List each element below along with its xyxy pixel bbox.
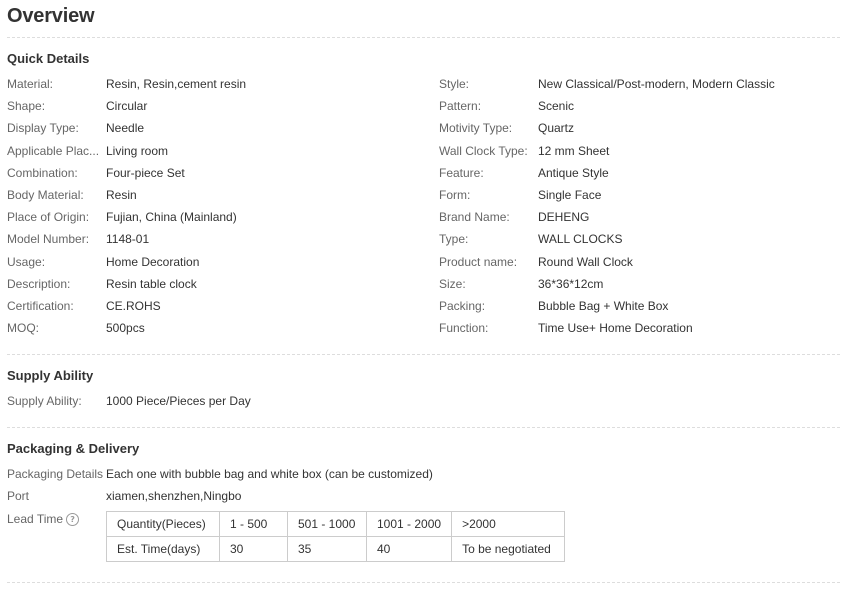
quick-detail-value: 1148-01: [106, 232, 150, 246]
question-circle-icon[interactable]: ?: [66, 513, 80, 526]
divider: [7, 582, 840, 583]
divider: [7, 354, 840, 355]
quick-detail-label: Size:: [439, 277, 466, 291]
quick-detail-label: Certification:: [7, 299, 74, 313]
quick-detail-label: Material:: [7, 77, 54, 91]
quick-detail-value: Single Face: [538, 188, 602, 202]
quick-detail-value: Quartz: [538, 121, 575, 135]
quick-detail-value: Resin table clock: [106, 277, 197, 291]
table-row: Quantity(Pieces) 1 - 500 501 - 1000 1001 - …: [106, 511, 566, 537]
quick-detail-label: Usage:: [7, 255, 46, 269]
supply-ability-title: Supply Ability: [7, 368, 94, 383]
quick-detail-label: Feature:: [439, 166, 484, 180]
quick-detail-label: Combination:: [7, 166, 78, 180]
quick-detail-value: 12 mm Sheet: [538, 144, 610, 158]
quick-detail-label: Product name:: [439, 255, 518, 269]
table-cell: 501 - 1000: [287, 511, 367, 537]
lead-time-label: Lead Time: [7, 512, 64, 526]
table-cell: 1001 - 2000: [365, 511, 453, 537]
packaging-details-label: Packaging Details: [7, 467, 104, 481]
quick-detail-value: Time Use+ Home Decoration: [538, 321, 693, 335]
table-row-header: Quantity(Pieces): [106, 511, 220, 537]
table-cell: 30: [219, 536, 288, 562]
divider: [7, 427, 840, 428]
quick-detail-value: New Classical/Post-modern, Modern Classi…: [538, 77, 775, 91]
lead-time-label-wrap: Lead Time?: [7, 512, 104, 526]
quick-detail-value: Scenic: [538, 99, 575, 113]
quick-detail-value: Home Decoration: [106, 255, 200, 269]
quick-detail-label: Brand Name:: [439, 210, 510, 224]
table-row-header: Est. Time(days): [106, 536, 220, 562]
quick-detail-value: Bubble Bag + White Box: [538, 299, 669, 313]
quick-detail-label: Shape:: [7, 99, 46, 113]
table-cell: 40: [365, 536, 453, 562]
quick-details-title: Quick Details: [7, 51, 90, 66]
quick-detail-label: Body Material:: [7, 188, 84, 202]
lead-time-table: Quantity(Pieces) 1 - 500 501 - 1000 1001 - …: [106, 511, 566, 562]
quick-detail-value: Fujian, China (Mainland): [106, 210, 237, 224]
port-label: Port: [7, 489, 30, 503]
table-cell: 35: [287, 536, 367, 562]
quick-detail-value: Circular: [106, 99, 148, 113]
quick-detail-label: Function:: [439, 321, 489, 335]
quick-detail-value: Needle: [106, 121, 145, 135]
quick-detail-value: DEHENG: [538, 210, 590, 224]
quick-detail-value: Living room: [106, 144, 169, 158]
quick-detail-label: Pattern:: [439, 99, 482, 113]
quick-detail-value: Resin, Resin,cement resin: [106, 77, 247, 91]
page-title: Overview: [7, 5, 95, 27]
quick-detail-value: CE.ROHS: [106, 299, 161, 313]
quick-detail-label: Motivity Type:: [439, 121, 513, 135]
packaging-delivery-title: Packaging & Delivery: [7, 441, 140, 456]
quick-detail-value: WALL CLOCKS: [538, 232, 623, 246]
quick-detail-label: Type:: [439, 232, 469, 246]
quick-detail-label: MOQ:: [7, 321, 39, 335]
quick-detail-label: Form:: [439, 188, 471, 202]
table-row: Est. Time(days) 30 35 40 To be negotiated: [106, 536, 566, 562]
quick-detail-value: 36*36*12cm: [538, 277, 604, 291]
quick-detail-value: Four-piece Set: [106, 166, 185, 180]
quick-detail-label: Packing:: [439, 299, 486, 313]
table-cell: >2000: [451, 511, 566, 537]
quick-detail-label: Wall Clock Type:: [439, 144, 528, 158]
supply-ability-value: 1000 Piece/Pieces per Day: [106, 394, 251, 408]
quick-detail-label: Model Number:: [7, 232, 90, 246]
quick-detail-label: Style:: [439, 77, 470, 91]
quick-detail-value: 500pcs: [106, 321, 145, 335]
divider: [7, 37, 840, 38]
port-value: xiamen,shenzhen,Ningbo: [106, 489, 242, 503]
supply-ability-label: Supply Ability:: [7, 394, 82, 408]
quick-detail-value: Round Wall Clock: [538, 255, 633, 269]
quick-detail-label: Description:: [7, 277, 71, 291]
quick-detail-value: Resin: [106, 188, 137, 202]
quick-detail-label: Applicable Plac...: [7, 144, 100, 158]
quick-detail-label: Place of Origin:: [7, 210, 90, 224]
table-cell: 1 - 500: [219, 511, 288, 537]
quick-detail-value: Antique Style: [538, 166, 609, 180]
table-cell: To be negotiated: [451, 536, 566, 562]
quick-detail-label: Display Type:: [7, 121, 79, 135]
packaging-details-value: Each one with bubble bag and white box (…: [106, 467, 433, 481]
